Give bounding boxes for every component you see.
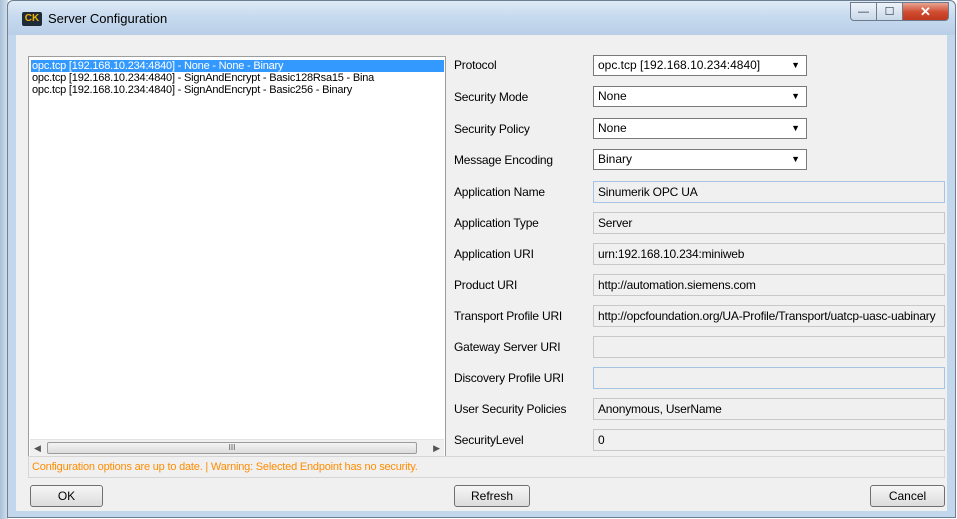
scrollbar-grip: III <box>228 443 236 452</box>
application-type-label: Application Type <box>454 216 539 230</box>
application-uri-field[interactable]: urn:192.168.10.234:miniweb <box>593 243 945 265</box>
discovery-profile-uri-label: Discovery Profile URI <box>454 371 564 385</box>
endpoint-list[interactable]: opc.tcp [192.168.10.234:4840] - None - N… <box>28 56 446 459</box>
security-level-field[interactable]: 0 <box>593 429 945 451</box>
product-uri-field[interactable]: http://automation.siemens.com <box>593 274 945 296</box>
product-uri-label: Product URI <box>454 278 518 292</box>
window-title: Server Configuration <box>48 11 168 26</box>
server-configuration-window: CK Server Configuration — ☐ ✕ opc.tcp [1… <box>7 0 956 518</box>
chevron-down-icon: ▼ <box>791 91 800 101</box>
chevron-down-icon: ▼ <box>791 123 800 133</box>
security-mode-label: Security Mode <box>454 90 529 104</box>
application-type-field[interactable]: Server <box>593 212 945 234</box>
security-policy-dropdown[interactable]: None ▼ <box>593 118 807 139</box>
protocol-label: Protocol <box>454 58 497 72</box>
security-mode-dropdown[interactable]: None ▼ <box>593 86 807 107</box>
minimize-button[interactable]: — <box>850 2 877 21</box>
application-uri-label: Application URI <box>454 247 534 261</box>
scrollbar-thumb[interactable]: III <box>47 442 417 454</box>
security-policy-label: Security Policy <box>454 122 530 136</box>
protocol-dropdown[interactable]: opc.tcp [192.168.10.234:4840] ▼ <box>593 55 807 76</box>
refresh-button[interactable]: Refresh <box>454 485 530 507</box>
chevron-down-icon: ▼ <box>791 154 800 164</box>
scroll-left-icon[interactable]: ◀ <box>34 443 41 454</box>
title-bar[interactable]: CK Server Configuration — ☐ ✕ <box>8 1 955 35</box>
scroll-right-icon[interactable]: ▶ <box>433 443 440 454</box>
dialog-client-area: opc.tcp [192.168.10.234:4840] - None - N… <box>16 35 947 511</box>
gateway-server-uri-field[interactable] <box>593 336 945 358</box>
status-message: Configuration options are up to date. | … <box>28 456 945 478</box>
caption-buttons: — ☐ ✕ <box>850 2 949 22</box>
protocol-value: opc.tcp [192.168.10.234:4840] <box>598 58 761 72</box>
horizontal-scrollbar[interactable]: ◀ III ▶ <box>30 439 444 457</box>
application-name-label: Application Name <box>454 185 545 199</box>
close-icon: ✕ <box>920 3 931 19</box>
close-button[interactable]: ✕ <box>903 2 949 21</box>
maximize-icon: ☐ <box>884 6 895 18</box>
application-name-field[interactable]: Sinumerik OPC UA <box>593 181 945 203</box>
list-item[interactable]: opc.tcp [192.168.10.234:4840] - SignAndE… <box>31 72 444 84</box>
security-policy-value: None <box>598 121 627 135</box>
minimize-icon: — <box>858 5 869 18</box>
discovery-profile-uri-field[interactable] <box>593 367 945 389</box>
maximize-button[interactable]: ☐ <box>877 2 903 21</box>
message-encoding-value: Binary <box>598 152 633 166</box>
cancel-button[interactable]: Cancel <box>870 485 945 507</box>
list-item[interactable]: opc.tcp [192.168.10.234:4840] - None - N… <box>31 60 444 72</box>
security-level-label: SecurityLevel <box>454 433 524 447</box>
gateway-server-uri-label: Gateway Server URI <box>454 340 561 354</box>
app-icon: CK <box>22 12 42 26</box>
list-item[interactable]: opc.tcp [192.168.10.234:4840] - SignAndE… <box>31 84 444 96</box>
transport-profile-uri-field[interactable]: http://opcfoundation.org/UA-Profile/Tran… <box>593 305 945 327</box>
message-encoding-label: Message Encoding <box>454 153 553 167</box>
ok-button[interactable]: OK <box>30 485 103 507</box>
user-security-policies-label: User Security Policies <box>454 402 567 416</box>
chevron-down-icon: ▼ <box>791 60 800 70</box>
transport-profile-uri-label: Transport Profile URI <box>454 309 563 323</box>
security-mode-value: None <box>598 89 627 103</box>
user-security-policies-field[interactable]: Anonymous, UserName <box>593 398 945 420</box>
message-encoding-dropdown[interactable]: Binary ▼ <box>593 149 807 170</box>
